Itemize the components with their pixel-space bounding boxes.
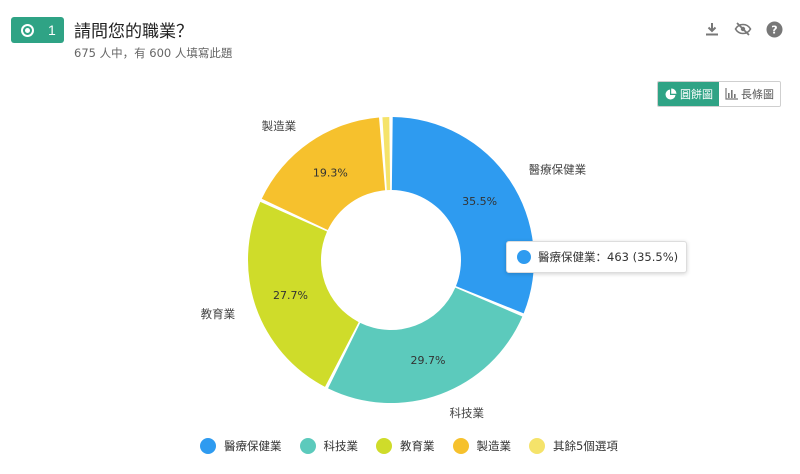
legend-label: 其餘5個選項 bbox=[553, 439, 618, 453]
legend-item[interactable]: 其餘5個選項 bbox=[529, 438, 618, 454]
legend-swatch bbox=[200, 438, 216, 454]
legend-swatch bbox=[452, 438, 469, 454]
legend-swatch bbox=[529, 438, 545, 454]
legend-item[interactable]: 教育業 bbox=[376, 438, 435, 454]
slice-category-label: 醫療保健業 bbox=[529, 163, 587, 177]
slice-category-label: 製造業 bbox=[262, 119, 297, 133]
chart-legend: 醫療保健業 科技業 教育業 製造業 其餘5個選項 bbox=[200, 438, 636, 454]
slice-percent-label: 29.7% bbox=[410, 354, 445, 367]
tooltip-color-dot bbox=[517, 250, 531, 264]
slice-percent-label: 35.5% bbox=[462, 195, 497, 208]
legend-label: 教育業 bbox=[400, 439, 435, 453]
slice-category-label: 科技業 bbox=[450, 406, 485, 420]
legend-label: 醫療保健業 bbox=[224, 439, 282, 453]
slice-percent-label: 27.7% bbox=[273, 289, 308, 302]
tooltip-text: 醫療保健業：463 (35.5%) bbox=[538, 250, 679, 264]
legend-swatch bbox=[376, 438, 392, 454]
slice-category-label: 教育業 bbox=[201, 307, 236, 321]
legend-swatch bbox=[299, 438, 316, 454]
legend-item[interactable]: 科技業 bbox=[299, 438, 359, 454]
slice-tech[interactable] bbox=[328, 287, 523, 403]
donut-chart: 35.5% 29.7% 27.7% 19.3% 醫療保健業科技業 教育業 製造業 bbox=[201, 117, 587, 420]
slice-percent-label: 19.3% bbox=[313, 166, 348, 179]
chart-tooltip: 醫療保健業：463 (35.5%) bbox=[506, 241, 687, 273]
legend-label: 製造業 bbox=[476, 439, 512, 453]
legend-item[interactable]: 醫療保健業 bbox=[200, 438, 282, 454]
slice-healthcare[interactable] bbox=[391, 117, 534, 314]
legend-item[interactable]: 製造業 bbox=[452, 438, 512, 454]
legend-label: 科技業 bbox=[323, 439, 359, 453]
